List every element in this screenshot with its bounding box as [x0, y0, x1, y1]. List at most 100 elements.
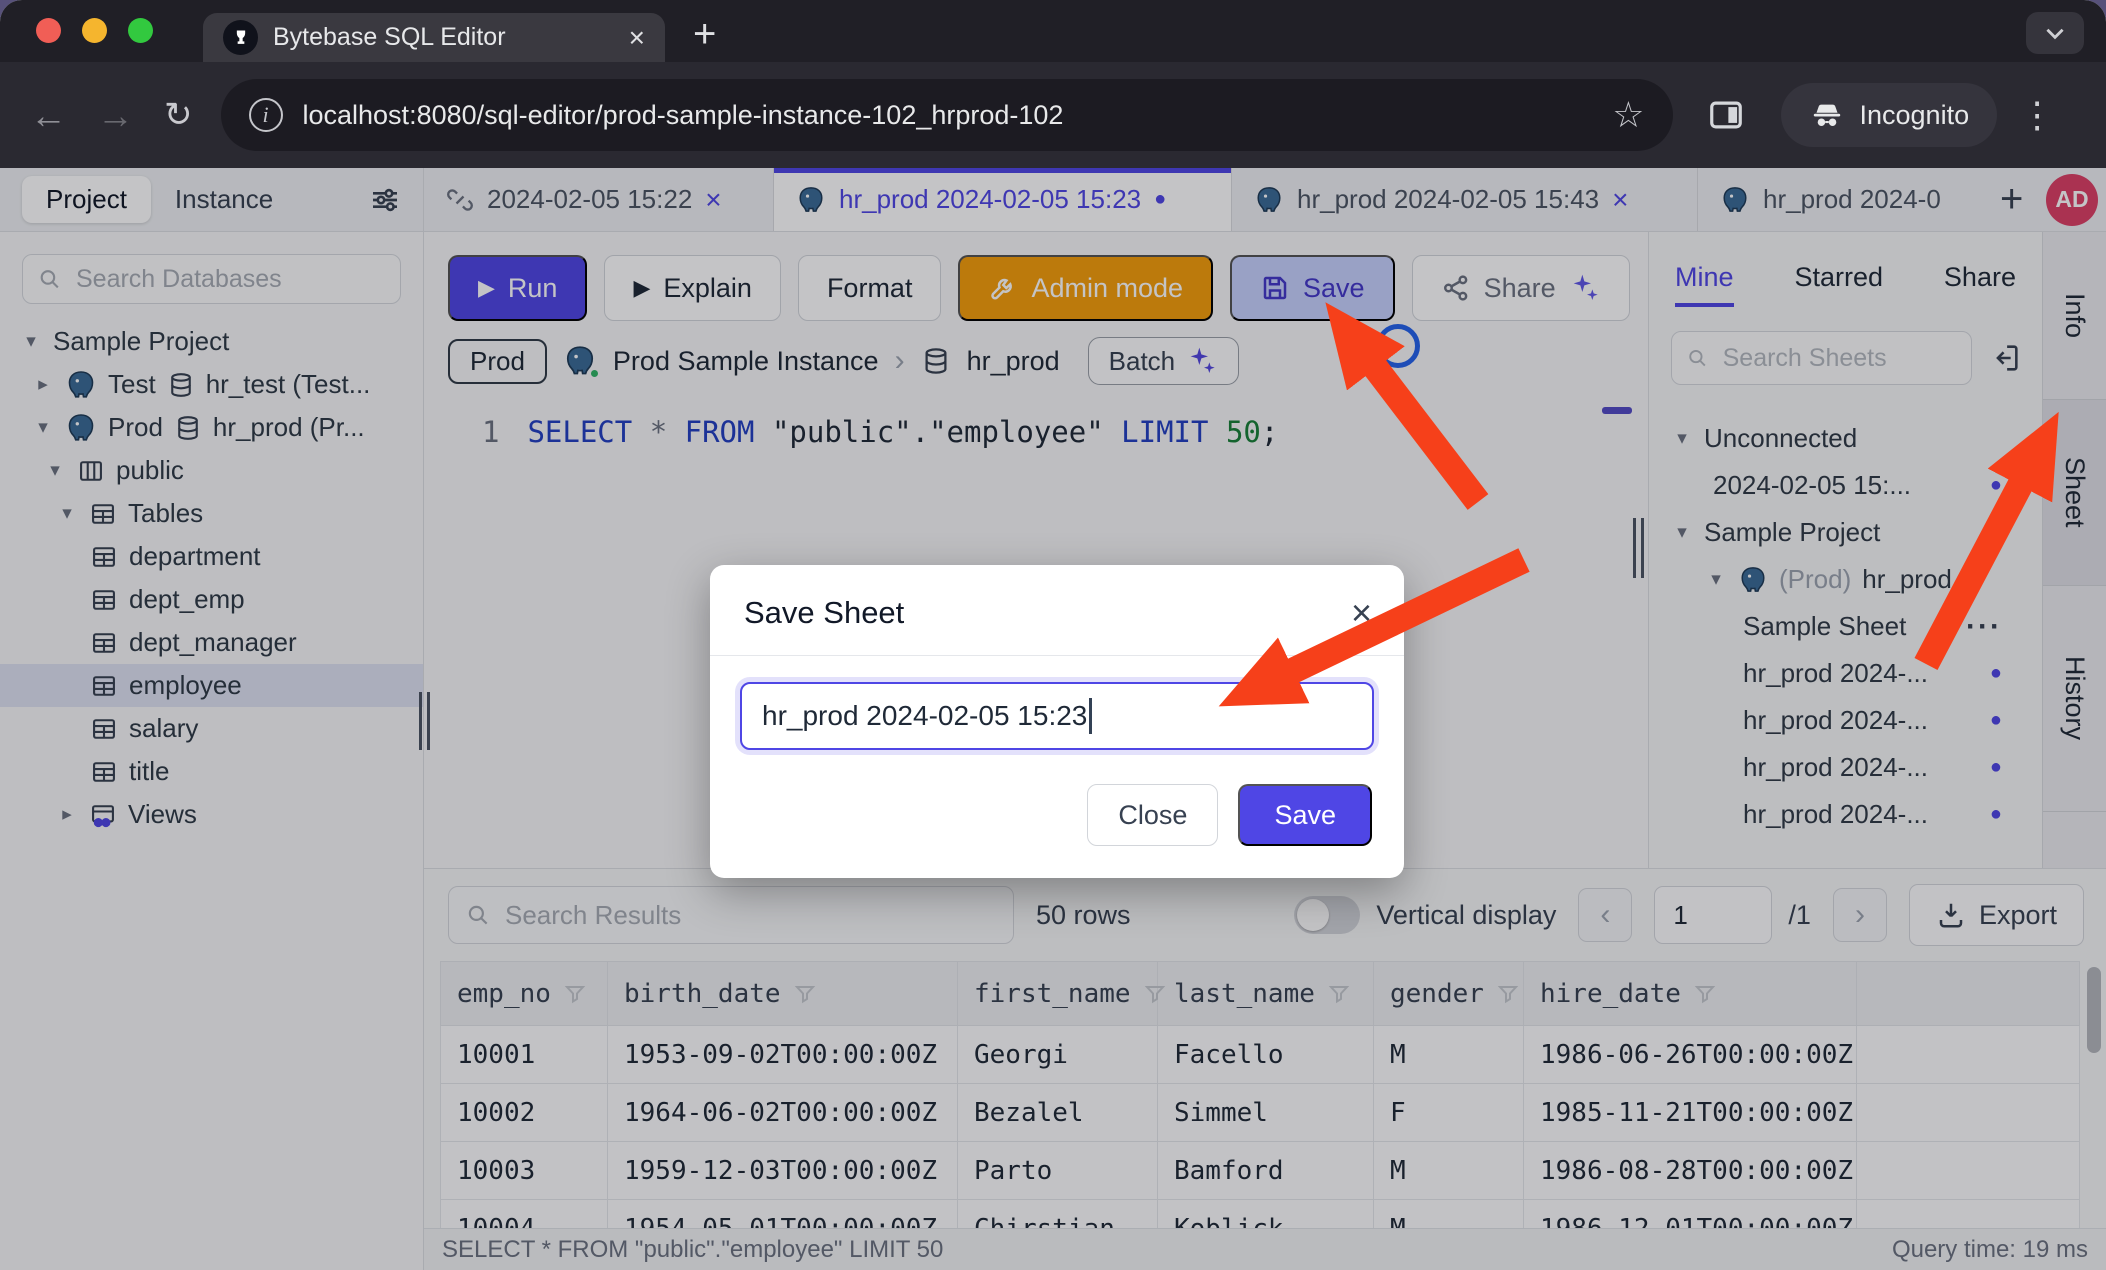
tab-info[interactable]: Info [2043, 232, 2106, 400]
sheet-item[interactable]: hr_prod 2024-... ● [1649, 791, 2042, 838]
column-header[interactable]: gender [1374, 962, 1524, 1026]
database-search-input[interactable] [74, 264, 386, 295]
column-header[interactable]: first_name [958, 962, 1158, 1026]
tab-search-button[interactable] [2026, 12, 2084, 54]
site-info-icon[interactable]: i [249, 98, 283, 132]
sheet-name-input[interactable]: hr_prod 2024-02-05 15:23 [740, 682, 1374, 750]
sql-code-line[interactable]: 1 SELECT * FROM "public"."employee" LIMI… [424, 385, 1648, 449]
cell[interactable]: 1986-12-01T00:00:00Z [1524, 1200, 1857, 1229]
sheet-item[interactable]: 2024-02-05 15:... ● [1649, 462, 2042, 509]
cell[interactable]: M [1374, 1200, 1524, 1229]
column-header[interactable]: birth_date [608, 962, 958, 1026]
admin-mode-button[interactable]: Admin mode [958, 255, 1213, 321]
tree-item-table-dept-emp[interactable]: dept_emp [0, 578, 423, 621]
tab-project[interactable]: Project [22, 176, 151, 223]
tab-mine[interactable]: Mine [1675, 262, 1734, 307]
chevron-down-icon[interactable]: ▾ [44, 459, 66, 482]
cell[interactable]: M [1374, 1026, 1524, 1084]
tab-sheet-selected[interactable]: Sheet [2043, 400, 2106, 586]
page-number-input[interactable] [1654, 886, 1772, 944]
table-row[interactable]: 100041954-05-01T00:00:00ZChirstianKoblic… [441, 1200, 2080, 1229]
cell[interactable]: Simmel [1158, 1084, 1374, 1142]
chevron-right-icon[interactable]: ▸ [32, 373, 54, 396]
sidebar-resize-handle[interactable] [419, 692, 430, 750]
tree-item-table-department[interactable]: department [0, 535, 423, 578]
environment-chip[interactable]: Prod [448, 339, 547, 384]
sheet-group-project[interactable]: ▾ Sample Project [1649, 509, 2042, 556]
sheet-group-unconnected[interactable]: ▾ Unconnected [1649, 415, 2042, 462]
column-header[interactable]: emp_no [441, 962, 608, 1026]
table-row[interactable]: 100021964-06-02T00:00:00ZBezalelSimmelF1… [441, 1084, 2080, 1142]
next-page-button[interactable]: › [1833, 888, 1887, 942]
sheet-search-input[interactable] [1721, 343, 1957, 374]
tab-close-icon[interactable]: × [629, 24, 645, 52]
tree-item-views-group[interactable]: ▸ Views [0, 793, 423, 836]
tree-item-table-salary[interactable]: salary [0, 707, 423, 750]
cell[interactable]: 1959-12-03T00:00:00Z [608, 1142, 958, 1200]
editor-tab-3[interactable]: hr_prod 2024-02-05 15:43 × [1232, 168, 1698, 231]
close-tab-icon[interactable]: × [1612, 184, 1628, 216]
chevron-down-icon[interactable]: ▾ [32, 416, 54, 439]
cell[interactable]: Bezalel [958, 1084, 1158, 1142]
cell[interactable]: 1954-05-01T00:00:00Z [608, 1200, 958, 1229]
reload-button[interactable]: ↻ [164, 98, 193, 132]
new-sheet-tab-button[interactable]: + [1980, 168, 2043, 231]
sheet-item[interactable]: hr_prod 2024-... ● [1649, 744, 2042, 791]
sheet-group-database[interactable]: ▾ (Prod) hr_prod [1649, 556, 2042, 603]
table-scrollbar-thumb[interactable] [2087, 967, 2101, 1053]
chevron-down-icon[interactable]: ▾ [20, 330, 42, 353]
tree-item-prod-db[interactable]: ▾ Prod hr_prod (Pr... [0, 406, 423, 449]
chevron-right-icon[interactable]: ▸ [56, 803, 78, 826]
prev-page-button[interactable]: ‹ [1578, 888, 1632, 942]
tree-item-table-dept-manager[interactable]: dept_manager [0, 621, 423, 664]
filter-settings-icon[interactable] [369, 184, 401, 216]
user-avatar[interactable]: AD [2046, 174, 2098, 226]
maximize-window-button[interactable] [128, 18, 153, 43]
editor-tab-2-active[interactable]: hr_prod 2024-02-05 15:23 ● [774, 168, 1232, 231]
tab-instance[interactable]: Instance [151, 176, 297, 223]
batch-button[interactable]: Batch [1088, 337, 1240, 385]
cell[interactable]: 10004 [441, 1200, 608, 1229]
cell[interactable]: 10001 [441, 1026, 608, 1084]
format-button[interactable]: Format [798, 255, 942, 321]
cell[interactable]: 1985-11-21T00:00:00Z [1524, 1084, 1857, 1142]
database-name[interactable]: hr_prod [967, 346, 1060, 377]
editor-scrollbar-thumb[interactable] [1602, 407, 1632, 414]
instance-name[interactable]: Prod Sample Instance [613, 346, 879, 377]
export-button[interactable]: Export [1909, 884, 2084, 946]
tree-item-test-db[interactable]: ▸ Test hr_test (Test... [0, 363, 423, 406]
cell[interactable]: Bamford [1158, 1142, 1374, 1200]
dialog-save-button[interactable]: Save [1238, 784, 1372, 846]
explain-button[interactable]: ▶ Explain [604, 255, 780, 321]
close-window-button[interactable] [36, 18, 61, 43]
dialog-close-icon[interactable]: × [1351, 595, 1372, 631]
minimize-window-button[interactable] [82, 18, 107, 43]
close-tab-icon[interactable]: × [705, 184, 721, 216]
chevron-down-icon[interactable]: ▾ [56, 502, 78, 525]
cell[interactable]: Koblick [1158, 1200, 1374, 1229]
cell[interactable]: Facello [1158, 1026, 1374, 1084]
cell[interactable]: 1953-09-02T00:00:00Z [608, 1026, 958, 1084]
browser-tab[interactable]: Bytebase SQL Editor × [203, 13, 665, 62]
cell[interactable]: F [1374, 1084, 1524, 1142]
collapse-panel-icon[interactable] [1988, 341, 2022, 375]
save-button[interactable]: Save [1230, 255, 1395, 321]
panel-resize-handle[interactable] [1633, 518, 1644, 578]
cell[interactable]: 1986-08-28T00:00:00Z [1524, 1142, 1857, 1200]
tree-item-tables-group[interactable]: ▾ Tables [0, 492, 423, 535]
table-row[interactable]: 100031959-12-03T00:00:00ZPartoBamfordM19… [441, 1142, 2080, 1200]
cell[interactable]: Georgi [958, 1026, 1158, 1084]
cell[interactable]: 1964-06-02T00:00:00Z [608, 1084, 958, 1142]
sheet-search[interactable] [1671, 331, 1972, 385]
cell[interactable]: 10003 [441, 1142, 608, 1200]
chevron-down-icon[interactable]: ▾ [1705, 568, 1727, 591]
cell[interactable]: M [1374, 1142, 1524, 1200]
address-bar[interactable]: i localhost:8080/sql-editor/prod-sample-… [221, 79, 1673, 151]
tree-item-schema-public[interactable]: ▾ public [0, 449, 423, 492]
url-text[interactable]: localhost:8080/sql-editor/prod-sample-in… [303, 100, 1593, 131]
chevron-down-icon[interactable]: ▾ [1671, 427, 1693, 450]
side-panel-icon[interactable] [1707, 96, 1745, 134]
tab-share[interactable]: Share [1944, 262, 2016, 293]
column-header[interactable]: hire_date [1524, 962, 1857, 1026]
tree-item-project[interactable]: ▾ Sample Project [0, 320, 423, 363]
